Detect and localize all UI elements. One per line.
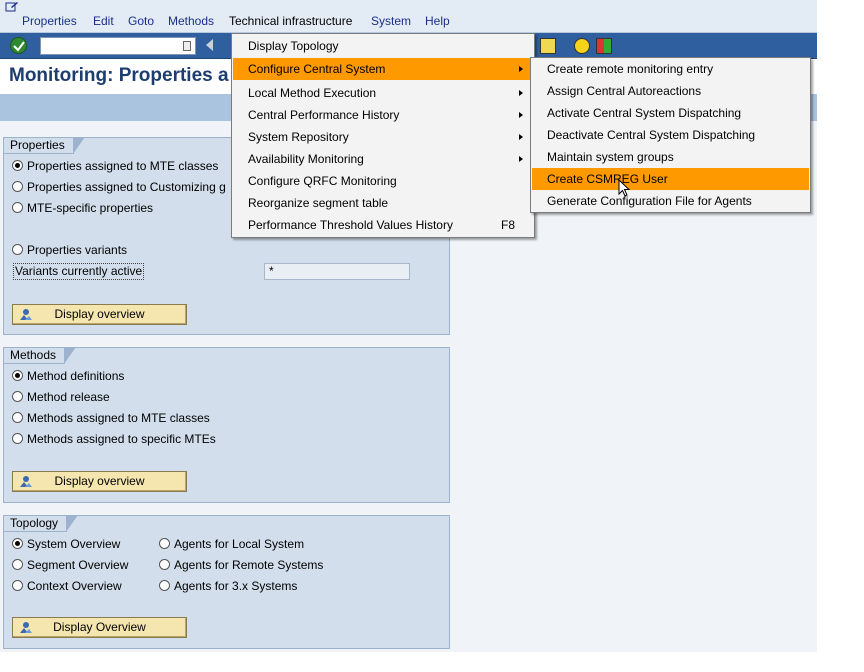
menu-methods[interactable]: Methods (168, 14, 214, 28)
topology-display-overview-button[interactable]: Display Overview (12, 617, 187, 638)
layout-icon[interactable] (596, 38, 612, 54)
radio-method-definitions[interactable]: Method definitions (12, 368, 124, 384)
variants-active-field[interactable]: * (264, 263, 410, 280)
radio-properties-mte-classes[interactable]: Properties assigned to MTE classes (12, 158, 218, 174)
menu-bar: Properties Edit Goto Methods Technical i… (0, 0, 817, 33)
menu-item-generate-config-file[interactable]: Generate Configuration File for Agents (532, 190, 809, 212)
menu-goto[interactable]: Goto (128, 14, 154, 28)
radio-button-icon[interactable] (12, 559, 23, 570)
menu-item-local-method-execution[interactable]: Local Method Execution (233, 82, 533, 104)
methods-group: Methods Method definitions Method releas… (3, 347, 450, 503)
overview-icon (19, 621, 33, 634)
radio-methods-specific-mtes[interactable]: Methods assigned to specific MTEs (12, 431, 216, 447)
submenu-arrow-icon (519, 134, 523, 140)
topology-group-title: Topology (4, 515, 79, 532)
overview-icon (19, 475, 33, 488)
radio-properties-customizing[interactable]: Properties assigned to Customizing g (12, 179, 226, 195)
mouse-cursor-icon (618, 179, 631, 197)
radio-button-icon[interactable] (12, 244, 23, 255)
menu-item-central-performance-history[interactable]: Central Performance History (233, 104, 533, 126)
radio-mte-specific-properties[interactable]: MTE-specific properties (12, 200, 153, 216)
radio-properties-variants[interactable]: Properties variants (12, 242, 127, 258)
menu-item-create-remote-monitoring-entry[interactable]: Create remote monitoring entry (532, 58, 809, 80)
radio-button-icon[interactable] (159, 538, 170, 549)
menu-item-performance-threshold-history[interactable]: Performance Threshold Values History F8 (233, 214, 533, 236)
radio-agents-local[interactable]: Agents for Local System (159, 536, 304, 552)
radio-button-icon[interactable] (12, 370, 23, 381)
radio-button-icon[interactable] (12, 202, 23, 213)
radio-button-icon[interactable] (12, 412, 23, 423)
submenu-arrow-icon (519, 90, 523, 96)
display-overview-button[interactable]: Display overview (12, 304, 187, 325)
submenu-arrow-icon (519, 112, 523, 118)
menu-item-assign-central-autoreactions[interactable]: Assign Central Autoreactions (532, 80, 809, 102)
sap-logo-icon[interactable] (5, 1, 20, 13)
menu-system[interactable]: System (371, 14, 411, 28)
menu-item-display-topology[interactable]: Display Topology (233, 35, 533, 57)
shortcut-label: F8 (500, 218, 515, 232)
configure-central-system-submenu: Create remote monitoring entry Assign Ce… (530, 57, 811, 213)
radio-method-release[interactable]: Method release (12, 389, 110, 405)
submenu-arrow-icon (519, 66, 523, 72)
radio-agents-remote[interactable]: Agents for Remote Systems (159, 557, 323, 573)
radio-methods-mte-classes[interactable]: Methods assigned to MTE classes (12, 410, 210, 426)
help-icon[interactable] (574, 38, 590, 54)
overview-icon (19, 308, 33, 321)
variants-active-label: Variants currently active (13, 263, 144, 280)
new-session-icon[interactable] (540, 38, 556, 54)
methods-display-overview-button[interactable]: Display overview (12, 471, 187, 492)
radio-button-icon[interactable] (12, 538, 23, 549)
technical-infrastructure-menu: Display Topology Configure Central Syste… (231, 33, 535, 238)
menu-edit[interactable]: Edit (93, 14, 114, 28)
menu-help[interactable]: Help (425, 14, 450, 28)
menu-item-system-repository[interactable]: System Repository (233, 126, 533, 148)
menu-item-availability-monitoring[interactable]: Availability Monitoring (233, 148, 533, 170)
radio-system-overview[interactable]: System Overview (12, 536, 120, 552)
radio-button-icon[interactable] (12, 433, 23, 444)
radio-segment-overview[interactable]: Segment Overview (12, 557, 128, 573)
radio-agents-3x[interactable]: Agents for 3.x Systems (159, 578, 297, 594)
radio-button-icon[interactable] (12, 181, 23, 192)
radio-button-icon[interactable] (12, 580, 23, 591)
menu-technical-infrastructure[interactable]: Technical infrastructure (229, 14, 352, 28)
radio-context-overview[interactable]: Context Overview (12, 578, 122, 594)
menu-item-deactivate-dispatching[interactable]: Deactivate Central System Dispatching (532, 124, 809, 146)
menu-item-configure-central-system[interactable]: Configure Central System (233, 58, 533, 80)
back-arrow-icon[interactable] (206, 39, 213, 51)
topology-group: Topology System Overview Segment Overvie… (3, 515, 450, 649)
history-icon[interactable] (183, 41, 191, 51)
submenu-arrow-icon (519, 156, 523, 162)
methods-group-title: Methods (4, 347, 77, 364)
menu-item-maintain-system-groups[interactable]: Maintain system groups (532, 146, 809, 168)
sap-window: Properties Edit Goto Methods Technical i… (0, 0, 817, 652)
command-field[interactable] (40, 37, 196, 55)
menu-item-configure-qrfc-monitoring[interactable]: Configure QRFC Monitoring (233, 170, 533, 192)
enter-check-icon[interactable] (10, 37, 27, 54)
menu-item-reorganize-segment-table[interactable]: Reorganize segment table (233, 192, 533, 214)
radio-button-icon[interactable] (159, 580, 170, 591)
radio-button-icon[interactable] (12, 160, 23, 171)
properties-group-title: Properties (4, 137, 85, 154)
radio-button-icon[interactable] (12, 391, 23, 402)
menu-item-activate-dispatching[interactable]: Activate Central System Dispatching (532, 102, 809, 124)
menu-item-create-csmreg-user[interactable]: Create CSMREG User (532, 168, 809, 190)
radio-button-icon[interactable] (159, 559, 170, 570)
menu-properties[interactable]: Properties (22, 14, 77, 28)
page-title: Monitoring: Properties a (9, 65, 229, 86)
